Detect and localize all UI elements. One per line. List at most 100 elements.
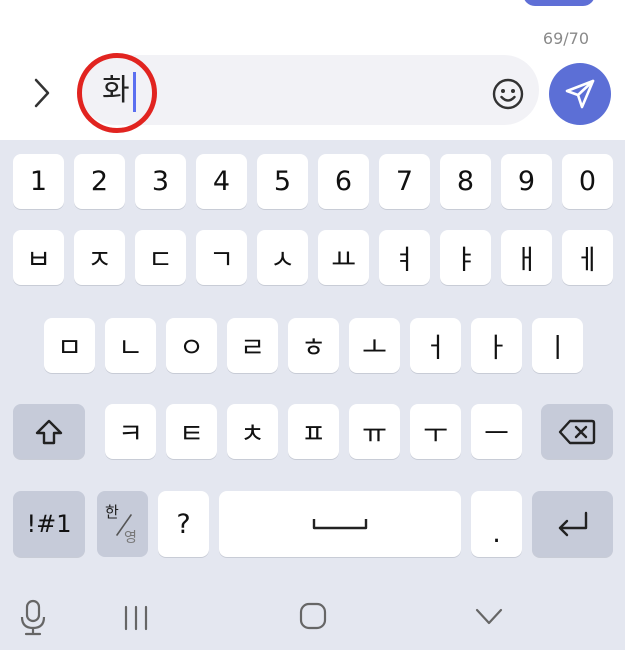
key-label: !#1 xyxy=(26,510,72,538)
english-label: 영 xyxy=(124,530,137,546)
key-label: ㅅ xyxy=(270,245,295,276)
key-bieup[interactable]: ㅂ xyxy=(13,230,64,285)
key-label: ㅋ xyxy=(118,419,143,450)
key-label: ㅔ xyxy=(575,245,600,276)
key-i[interactable]: ㅣ xyxy=(532,318,583,373)
key-giyeok[interactable]: ㄱ xyxy=(196,230,247,285)
key-chieut[interactable]: ㅊ xyxy=(227,404,278,459)
key-label: ㅐ xyxy=(514,245,539,276)
key-label: ㅍ xyxy=(301,419,326,450)
key-label: ㄷ xyxy=(148,245,173,276)
key-o[interactable]: ㅗ xyxy=(349,318,400,373)
key-rieul[interactable]: ㄹ xyxy=(227,318,278,373)
key-6[interactable]: 6 xyxy=(318,154,369,209)
key-label: ㅑ xyxy=(453,245,478,276)
key-pieup[interactable]: ㅍ xyxy=(288,404,339,459)
key-label: 9 xyxy=(517,166,536,197)
key-2[interactable]: 2 xyxy=(74,154,125,209)
key-3[interactable]: 3 xyxy=(135,154,186,209)
hide-keyboard-icon[interactable] xyxy=(472,597,506,637)
key-label: 4 xyxy=(212,166,231,197)
key-e[interactable]: ㅔ xyxy=(562,230,613,285)
key-label: 5 xyxy=(273,166,292,197)
key-label: ㅕ xyxy=(392,245,417,276)
key-label: ? xyxy=(176,508,191,540)
previous-message-bubble xyxy=(523,0,595,6)
key-ya[interactable]: ㅑ xyxy=(440,230,491,285)
key-label: ㅠ xyxy=(362,419,387,450)
composer-area: 69/70 화 xyxy=(0,0,625,140)
space-icon xyxy=(312,519,368,530)
key-label: 2 xyxy=(90,166,109,197)
key-7[interactable]: 7 xyxy=(379,154,430,209)
key-label: ㅊ xyxy=(240,419,265,450)
send-icon xyxy=(565,79,595,109)
key-label: ㅏ xyxy=(484,333,509,364)
key-siot[interactable]: ㅅ xyxy=(257,230,308,285)
key-8[interactable]: 8 xyxy=(440,154,491,209)
key-yo[interactable]: ㅛ xyxy=(318,230,369,285)
key-9[interactable]: 9 xyxy=(501,154,552,209)
backspace-icon xyxy=(558,419,596,444)
key-1[interactable]: 1 xyxy=(13,154,64,209)
emoji-icon[interactable] xyxy=(492,78,524,110)
key-label: ㄴ xyxy=(118,333,143,364)
shift-icon xyxy=(35,419,63,444)
key-4[interactable]: 4 xyxy=(196,154,247,209)
key-0[interactable]: 0 xyxy=(562,154,613,209)
key-label: ㅇ xyxy=(179,333,204,364)
language-switch-key[interactable]: 한 영 xyxy=(97,491,148,557)
key-ae[interactable]: ㅐ xyxy=(501,230,552,285)
symbols-key[interactable]: !#1 xyxy=(13,491,85,557)
key-5[interactable]: 5 xyxy=(257,154,308,209)
key-hieut[interactable]: ㅎ xyxy=(288,318,339,373)
key-label: 7 xyxy=(395,166,414,197)
key-nieun[interactable]: ㄴ xyxy=(105,318,156,373)
key-label: ㅈ xyxy=(87,245,112,276)
char-counter: 69/70 xyxy=(542,29,589,48)
key-jieut[interactable]: ㅈ xyxy=(74,230,125,285)
keyboard xyxy=(0,140,625,650)
key-label: ㅂ xyxy=(26,245,51,276)
period-key[interactable]: . xyxy=(471,491,522,557)
key-label: ㅜ xyxy=(423,419,448,450)
key-kieuk[interactable]: ㅋ xyxy=(105,404,156,459)
microphone-icon[interactable] xyxy=(18,597,48,637)
key-mieum[interactable]: ㅁ xyxy=(44,318,95,373)
key-label: . xyxy=(492,517,501,549)
key-label: ㄹ xyxy=(240,333,265,364)
key-label: ㅌ xyxy=(179,419,204,450)
enter-key[interactable] xyxy=(532,491,613,557)
key-label: ㅣ xyxy=(545,333,570,364)
key-yu[interactable]: ㅠ xyxy=(349,404,400,459)
home-icon[interactable] xyxy=(296,597,330,637)
key-label: ㅁ xyxy=(57,333,82,364)
key-label: 6 xyxy=(334,166,353,197)
key-digeut[interactable]: ㄷ xyxy=(135,230,186,285)
send-button[interactable] xyxy=(549,63,611,125)
question-key[interactable]: ? xyxy=(158,491,209,557)
expand-chevron-icon[interactable] xyxy=(28,76,56,110)
space-key[interactable] xyxy=(219,491,461,557)
key-label: ㅓ xyxy=(423,333,448,364)
key-label: 3 xyxy=(151,166,170,197)
recent-apps-icon[interactable] xyxy=(120,597,152,637)
key-label: ㅡ xyxy=(484,419,509,450)
key-eu[interactable]: ㅡ xyxy=(471,404,522,459)
key-tieut[interactable]: ㅌ xyxy=(166,404,217,459)
backspace-key[interactable] xyxy=(541,404,613,459)
key-label: ㄱ xyxy=(209,245,234,276)
key-label: ㅗ xyxy=(362,333,387,364)
key-label: 0 xyxy=(578,166,597,197)
key-label: ㅛ xyxy=(331,245,356,276)
key-label: 1 xyxy=(29,166,48,197)
key-label: ㅎ xyxy=(301,333,326,364)
key-a[interactable]: ㅏ xyxy=(471,318,522,373)
enter-icon xyxy=(558,511,587,537)
key-ieung[interactable]: ㅇ xyxy=(166,318,217,373)
key-yeo[interactable]: ㅕ xyxy=(379,230,430,285)
key-eo[interactable]: ㅓ xyxy=(410,318,461,373)
highlight-circle-annotation xyxy=(77,53,157,133)
key-u[interactable]: ㅜ xyxy=(410,404,461,459)
shift-key[interactable] xyxy=(13,404,85,459)
